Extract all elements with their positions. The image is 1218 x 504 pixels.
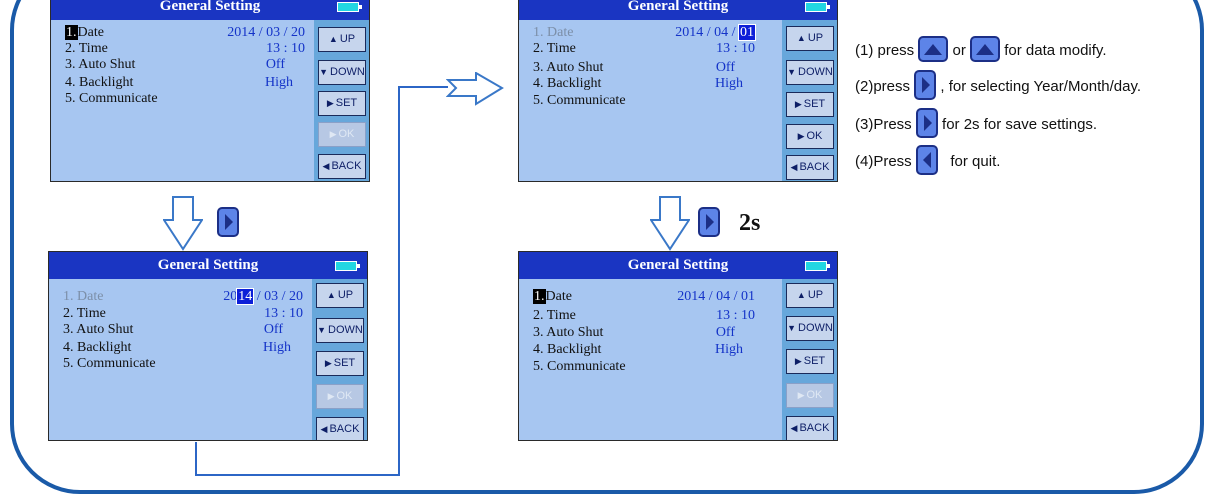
hold-duration-label: 2s <box>739 210 761 236</box>
down-arrow-icon <box>650 196 690 251</box>
up-triangle-icon <box>918 36 949 62</box>
right-triangle-icon <box>914 70 937 100</box>
instruction-step-2: (2)press , for selecting Year/Month/day. <box>855 70 1141 102</box>
down-arrow-icon <box>163 196 203 251</box>
up-triangle-icon <box>970 36 1001 62</box>
instruction-step-4: (4)Press for quit. <box>855 145 1000 177</box>
right-triangle-icon <box>915 108 938 138</box>
instruction-step-3: (3)Press for 2s for save settings. <box>855 108 1097 140</box>
left-triangle-icon <box>915 145 938 175</box>
instruction-step-1: (1) press or for data modify. <box>855 36 1107 64</box>
right-arrow-icon <box>446 72 504 106</box>
right-triangle-icon <box>698 207 720 237</box>
right-triangle-icon <box>217 207 239 237</box>
